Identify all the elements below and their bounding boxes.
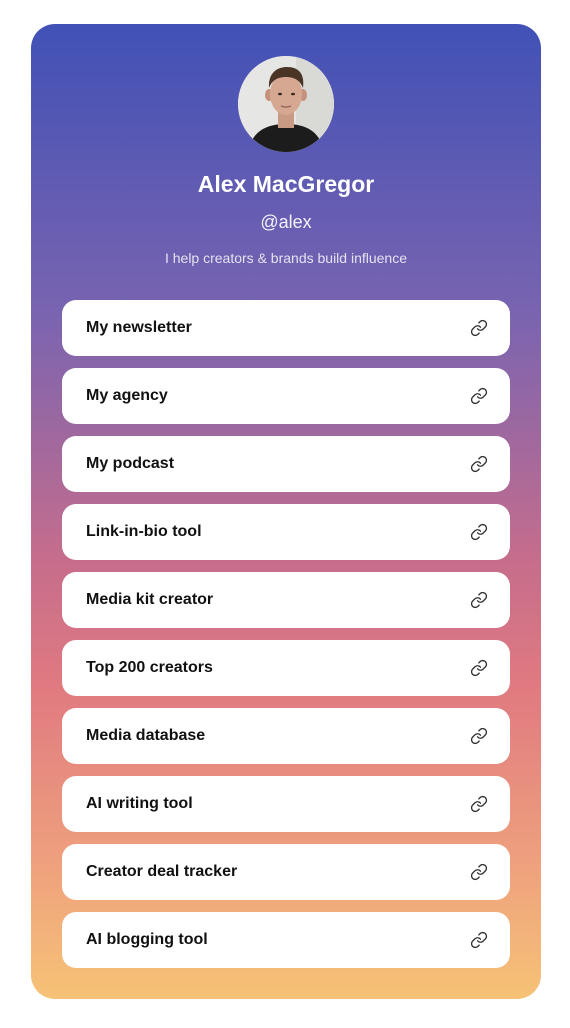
link-label: Media database [86, 727, 206, 744]
avatar[interactable] [238, 56, 334, 152]
profile-card: Alex MacGregor @alex I help creators & b… [31, 24, 541, 999]
profile-name: Alex MacGregor [197, 171, 375, 197]
link-label: AI blogging tool [86, 931, 208, 948]
link-label: Creator deal tracker [86, 863, 238, 880]
link-label: Link-in-bio tool [86, 523, 202, 540]
link-icon [470, 387, 488, 405]
link-icon [470, 727, 488, 745]
link-button-creator-deal-tracker[interactable]: Creator deal tracker [62, 844, 510, 900]
link-button-ai-blogging-tool[interactable]: AI blogging tool [62, 912, 510, 968]
link-button-ai-writing-tool[interactable]: AI writing tool [62, 776, 510, 832]
link-icon [470, 931, 488, 949]
link-label: Top 200 creators [86, 659, 213, 676]
link-icon [470, 455, 488, 473]
link-button-my-newsletter[interactable]: My newsletter [62, 300, 510, 356]
link-icon [470, 863, 488, 881]
profile-bio: I help creators & brands build influence [164, 250, 408, 266]
link-icon [470, 795, 488, 813]
link-label: My podcast [86, 455, 175, 472]
avatar-photo [238, 56, 334, 152]
links-list: My newsletter My agency My podcast Link-… [62, 300, 510, 980]
link-icon [470, 591, 488, 609]
link-icon [470, 659, 488, 677]
link-button-top-200-creators[interactable]: Top 200 creators [62, 640, 510, 696]
link-button-my-agency[interactable]: My agency [62, 368, 510, 424]
link-label: My newsletter [86, 319, 192, 336]
link-button-media-database[interactable]: Media database [62, 708, 510, 764]
link-label: AI writing tool [86, 795, 193, 812]
link-icon [470, 523, 488, 541]
link-label: My agency [86, 387, 168, 404]
link-button-link-in-bio-tool[interactable]: Link-in-bio tool [62, 504, 510, 560]
link-label: Media kit creator [86, 591, 214, 608]
link-button-my-podcast[interactable]: My podcast [62, 436, 510, 492]
link-button-media-kit-creator[interactable]: Media kit creator [62, 572, 510, 628]
profile-handle: @alex [260, 212, 312, 232]
link-icon [470, 319, 488, 337]
